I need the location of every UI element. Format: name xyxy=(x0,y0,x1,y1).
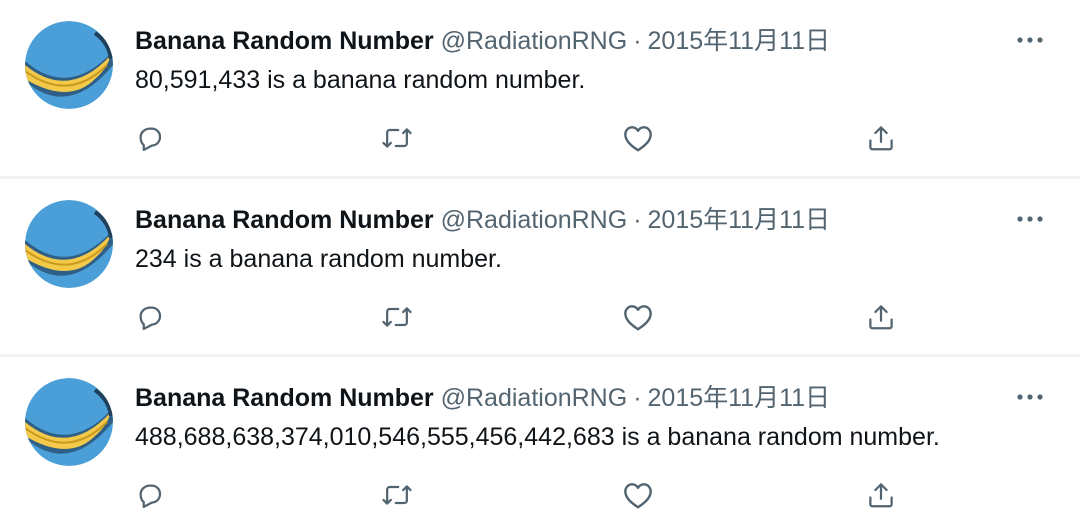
retweet-icon xyxy=(382,485,412,505)
retweet-button[interactable] xyxy=(380,478,414,512)
tweet-header: Banana Random Number @RadiationRNG · 2015年… xyxy=(135,25,830,57)
avatar[interactable] xyxy=(25,21,113,109)
reply-icon xyxy=(139,306,162,330)
separator: · xyxy=(633,206,642,234)
retweet-icon xyxy=(382,307,412,327)
like-button[interactable] xyxy=(621,300,655,334)
retweet-button[interactable] xyxy=(380,121,414,155)
share-button[interactable] xyxy=(864,121,898,155)
more-horizontal-icon[interactable] xyxy=(1010,384,1050,410)
reply-button[interactable] xyxy=(133,121,167,155)
tweet-text: 80,591,433 is a banana random number. xyxy=(135,66,586,94)
separator: · xyxy=(633,384,642,412)
author-name[interactable]: Banana Random Number xyxy=(135,206,434,234)
tweet-header: Banana Random Number @RadiationRNG · 2015年… xyxy=(135,382,830,414)
heart-icon xyxy=(624,126,652,152)
author-handle[interactable]: @RadiationRNG xyxy=(441,27,628,55)
like-button[interactable] xyxy=(621,478,655,512)
share-button[interactable] xyxy=(864,300,898,334)
reply-button[interactable] xyxy=(133,300,167,334)
tweet-feed: Banana Random Number @RadiationRNG · 2015年… xyxy=(0,0,1080,526)
more-horizontal-icon[interactable] xyxy=(1010,206,1050,232)
tweet-text: 488,688,638,374,010,546,555,456,442,683 … xyxy=(135,423,940,451)
retweet-button[interactable] xyxy=(380,300,414,334)
author-name[interactable]: Banana Random Number xyxy=(135,27,434,55)
avatar[interactable] xyxy=(25,200,113,288)
tweet[interactable]: Banana Random Number @RadiationRNG · 2015年… xyxy=(0,357,1080,526)
retweet-icon xyxy=(382,128,412,148)
share-icon xyxy=(869,305,893,330)
more-horizontal-icon[interactable] xyxy=(1010,27,1050,53)
avatar[interactable] xyxy=(25,378,113,466)
share-icon xyxy=(869,126,893,151)
author-handle[interactable]: @RadiationRNG xyxy=(441,206,628,234)
reply-icon xyxy=(139,127,162,151)
tweet-date[interactable]: 2015年11月11日 xyxy=(648,384,831,412)
tweet[interactable]: Banana Random Number @RadiationRNG · 2015年… xyxy=(0,0,1080,176)
author-name[interactable]: Banana Random Number xyxy=(135,384,434,412)
share-icon xyxy=(869,483,893,508)
heart-icon xyxy=(624,483,652,509)
author-handle[interactable]: @RadiationRNG xyxy=(441,384,628,412)
reply-icon xyxy=(139,484,162,508)
share-button[interactable] xyxy=(864,478,898,512)
separator: · xyxy=(633,27,642,55)
reply-button[interactable] xyxy=(133,478,167,512)
tweet-date[interactable]: 2015年11月11日 xyxy=(648,206,831,234)
tweet-text: 234 is a banana random number. xyxy=(135,245,502,273)
heart-icon xyxy=(624,305,652,331)
tweet-date[interactable]: 2015年11月11日 xyxy=(648,27,831,55)
like-button[interactable] xyxy=(621,121,655,155)
tweet-header: Banana Random Number @RadiationRNG · 2015年… xyxy=(135,204,830,236)
tweet[interactable]: Banana Random Number @RadiationRNG · 2015年… xyxy=(0,179,1080,355)
